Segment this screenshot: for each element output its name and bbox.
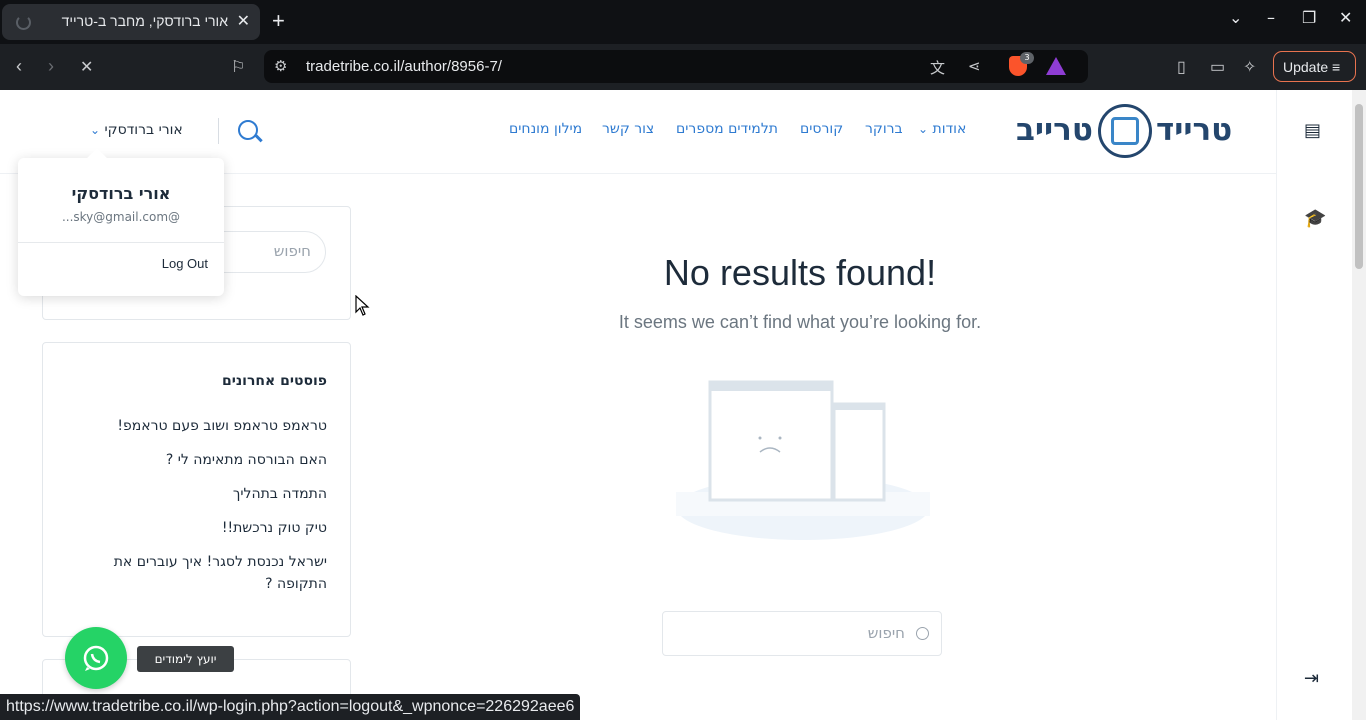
- logo-word-tribe[interactable]: טרייב: [1016, 112, 1093, 148]
- post-link[interactable]: התמדה בתהליך: [87, 483, 327, 505]
- back-icon[interactable]: ‹: [16, 56, 22, 77]
- post-link[interactable]: האם הבורסה מתאימה לי ?: [87, 449, 327, 471]
- close-window-icon[interactable]: ✕: [1339, 8, 1352, 27]
- no-results-title: No results found!: [663, 252, 937, 293]
- mouse-cursor-icon: [355, 295, 370, 316]
- graduation-cap-icon[interactable]: 🎓: [1304, 208, 1326, 229]
- url-text: tradetribe.co.il/author/8956-7/: [306, 58, 502, 75]
- dropdown-divider: [18, 242, 224, 243]
- whatsapp-icon: [83, 645, 109, 671]
- post-link[interactable]: ישראל נכנסת לסגר! איך עוברים את התקופה ?: [87, 551, 327, 595]
- browser-tab[interactable]: אורי ברודסקי, מחבר ב-טרייד ✕: [2, 4, 260, 40]
- chevron-down-icon: ⌄: [90, 123, 101, 137]
- browser-side-panel: ▤ 🎓 ⇥: [1276, 90, 1352, 720]
- whatsapp-tooltip: יועץ לימודים: [137, 646, 234, 672]
- nav-courses[interactable]: קורסים: [800, 121, 843, 137]
- dropdown-user-name: אורי ברודסקי: [71, 184, 171, 203]
- loading-spinner-icon: [16, 15, 31, 30]
- recent-posts-title: פוסטים אחרונים: [221, 373, 327, 389]
- user-dropdown: אורי ברודסקי ...sky@gmail.com@ Log Out: [18, 158, 224, 296]
- whatsapp-button[interactable]: [65, 627, 127, 689]
- recent-posts-widget: פוסטים אחרונים טראמפ טראמפ ושוב פעם טראמ…: [42, 342, 351, 637]
- post-link[interactable]: טיק טוק נרכשת!!: [87, 517, 327, 539]
- chevron-down-icon: ⌄: [918, 122, 929, 136]
- minimize-icon[interactable]: –: [1267, 8, 1275, 27]
- bookmark-icon[interactable]: ⚐: [231, 57, 245, 77]
- stop-loading-icon[interactable]: ✕: [80, 57, 93, 77]
- scrollbar-thumb[interactable]: [1355, 104, 1363, 269]
- exit-icon[interactable]: ⇥: [1304, 668, 1319, 689]
- shields-count-badge: 3: [1020, 52, 1034, 64]
- brave-rewards-icon[interactable]: [1046, 57, 1066, 75]
- logo-word-trade[interactable]: טרייד: [1156, 112, 1232, 148]
- nav-broker[interactable]: ברוקר: [865, 121, 903, 137]
- no-results-subtitle: It seems we can’t find what you’re looki…: [618, 312, 982, 332]
- site-settings-icon[interactable]: ⚙: [274, 57, 287, 75]
- update-button[interactable]: Update ≡: [1273, 51, 1356, 82]
- header-divider: [218, 118, 219, 144]
- update-label: Update: [1283, 59, 1329, 75]
- wallet-icon[interactable]: ▭: [1210, 57, 1225, 77]
- tab-list-chevron-icon[interactable]: ⌄: [1229, 8, 1242, 27]
- sidebar-toggle-icon[interactable]: ▯: [1177, 57, 1186, 77]
- nav-contact[interactable]: צור קשר: [602, 121, 654, 137]
- site-header: טרייד טרייב ⌄ אודות ברוקר קורסים תלמידים…: [0, 90, 1276, 296]
- empty-state-illustration: [676, 380, 930, 540]
- logo-mark-icon[interactable]: [1098, 104, 1152, 158]
- tab-title: אורי ברודסקי, מחבר ב-טרייד: [61, 13, 228, 29]
- browser-tab-bar: אורי ברודסקי, מחבר ב-טרייד ✕ + ⌄ – ❐ ✕: [0, 0, 1366, 44]
- logout-link[interactable]: Log Out: [162, 256, 208, 271]
- nav-about[interactable]: ⌄ אודות: [918, 121, 966, 137]
- page-scrollbar[interactable]: [1352, 90, 1366, 720]
- main-search-input[interactable]: חיפוש: [662, 611, 942, 656]
- dropdown-user-email: ...sky@gmail.com@: [61, 210, 181, 224]
- status-bar-url: https://www.tradetribe.co.il/wp-login.ph…: [0, 694, 581, 720]
- share-icon[interactable]: ⋖: [968, 57, 981, 75]
- user-menu[interactable]: ⌄ אורי ברודסקי: [90, 122, 183, 138]
- search-icon: [916, 627, 929, 640]
- search-icon[interactable]: [238, 120, 258, 140]
- post-link[interactable]: טראמפ טראמפ ושוב פעם טראמפ!: [87, 415, 327, 437]
- new-tab-button[interactable]: +: [272, 8, 285, 34]
- main-search-placeholder: חיפוש: [867, 624, 905, 642]
- translate-icon[interactable]: 文: [930, 57, 945, 78]
- address-bar[interactable]: ⚙ tradetribe.co.il/author/8956-7/ 文 ⋖: [264, 50, 1088, 83]
- nav-glossary[interactable]: מילון מונחים: [509, 121, 582, 137]
- forward-icon[interactable]: ›: [48, 56, 54, 77]
- nav-students-tell[interactable]: תלמידים מספרים: [676, 121, 778, 137]
- web-page: טרייד טרייב ⌄ אודות ברוקר קורסים תלמידים…: [0, 90, 1276, 720]
- leo-ai-icon[interactable]: ✧: [1243, 57, 1256, 77]
- restore-icon[interactable]: ❐: [1302, 8, 1316, 27]
- tab-close-icon[interactable]: ✕: [237, 11, 250, 30]
- sidebar-panel-icon[interactable]: ▤: [1304, 120, 1321, 141]
